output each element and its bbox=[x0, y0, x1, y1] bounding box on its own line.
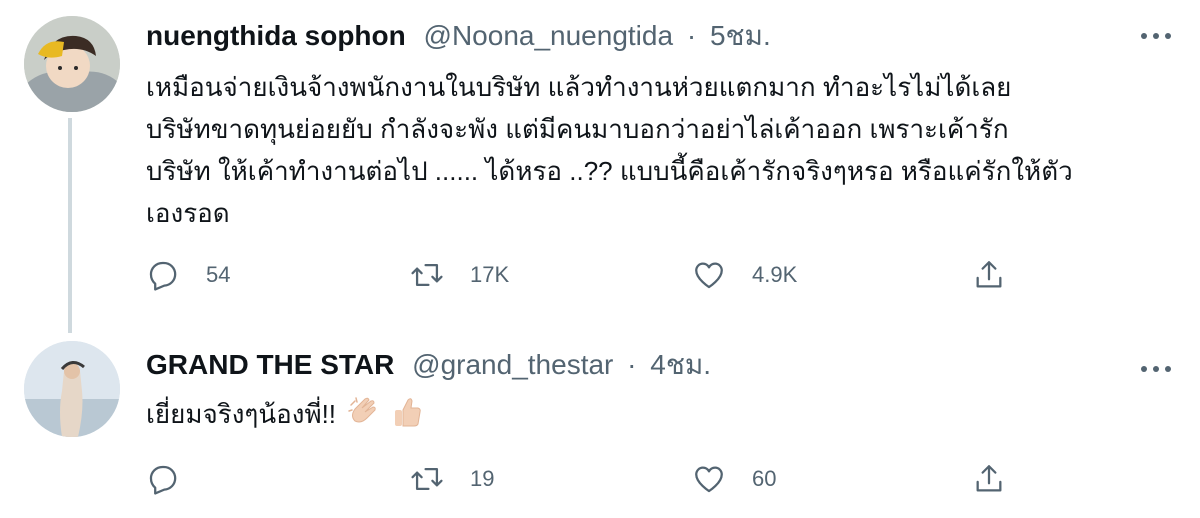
reply-icon bbox=[149, 465, 177, 495]
action-bar: 19 60 bbox=[146, 459, 1046, 499]
like-button[interactable]: 60 bbox=[692, 459, 776, 499]
retweet-icon bbox=[411, 263, 443, 287]
reply-icon bbox=[149, 261, 177, 291]
share-button[interactable] bbox=[972, 459, 1006, 499]
like-count: 60 bbox=[752, 466, 777, 491]
more-icon[interactable] bbox=[1136, 357, 1176, 381]
reply-count: 54 bbox=[206, 262, 231, 287]
avatar[interactable] bbox=[24, 341, 120, 437]
share-icon bbox=[976, 261, 1002, 288]
like-icon bbox=[695, 262, 723, 289]
tweet-text: เหมือนจ่ายเงินจ้างพนักงานในบริษัท แล้วทำ… bbox=[146, 66, 1146, 234]
retweet-count: 19 bbox=[470, 466, 495, 491]
timestamp[interactable]: 5ชม. bbox=[710, 20, 771, 51]
reply-button[interactable]: 54 bbox=[146, 255, 230, 295]
share-button[interactable] bbox=[972, 255, 1006, 295]
tweet-text-line: เหมือนจ่ายเงินจ้างพนักงานในบริษัท แล้วทำ… bbox=[146, 72, 1012, 102]
retweet-button[interactable]: 17K bbox=[410, 255, 509, 295]
reply-button[interactable] bbox=[146, 459, 206, 499]
display-name[interactable]: GRAND THE STAR bbox=[146, 349, 394, 380]
tweet[interactable]: nuengthida sophon @Noona_nuengtida · 5ชม… bbox=[0, 0, 1200, 335]
tweet-header: nuengthida sophon @Noona_nuengtida · 5ชม… bbox=[146, 16, 771, 56]
timestamp[interactable]: 4ชม. bbox=[650, 349, 711, 380]
thread-line bbox=[68, 118, 72, 333]
tweet-text: เยี่ยมจริงๆน้องพี่!! bbox=[146, 393, 1146, 441]
tweet[interactable]: GRAND THE STAR @grand_thestar · 4ชม. เยี… bbox=[0, 335, 1200, 518]
retweet-count: 17K bbox=[470, 262, 510, 287]
tweet-text-line: บริษัทขาดทุนย่อยยับ กำลังจะพัง แต่มีคนมา… bbox=[146, 114, 1009, 144]
separator-dot: · bbox=[627, 349, 637, 380]
user-handle[interactable]: @grand_thestar bbox=[412, 349, 613, 380]
action-bar: 54 17K 4.9K bbox=[146, 255, 1046, 295]
user-handle[interactable]: @Noona_nuengtida bbox=[424, 20, 674, 51]
thumbs-up-emoji bbox=[393, 395, 423, 441]
tweet-header: GRAND THE STAR @grand_thestar · 4ชม. bbox=[146, 345, 711, 385]
more-icon[interactable] bbox=[1136, 24, 1176, 48]
tweet-text-line: เองรอด bbox=[146, 198, 230, 228]
clapping-hands-emoji bbox=[347, 395, 381, 441]
retweet-icon bbox=[411, 467, 443, 491]
like-icon bbox=[695, 466, 723, 493]
like-count: 4.9K bbox=[752, 262, 798, 287]
like-button[interactable]: 4.9K bbox=[692, 255, 797, 295]
tweet-text-line: บริษัท ให้เค้าทำงานต่อไป ...... ได้หรอ .… bbox=[146, 156, 1073, 186]
retweet-button[interactable]: 19 bbox=[410, 459, 494, 499]
tweet-text-content: เยี่ยมจริงๆน้องพี่!! bbox=[146, 399, 337, 429]
avatar[interactable] bbox=[24, 16, 120, 112]
separator-dot: · bbox=[686, 20, 697, 51]
display-name[interactable]: nuengthida sophon bbox=[146, 20, 406, 51]
share-icon bbox=[976, 465, 1002, 492]
